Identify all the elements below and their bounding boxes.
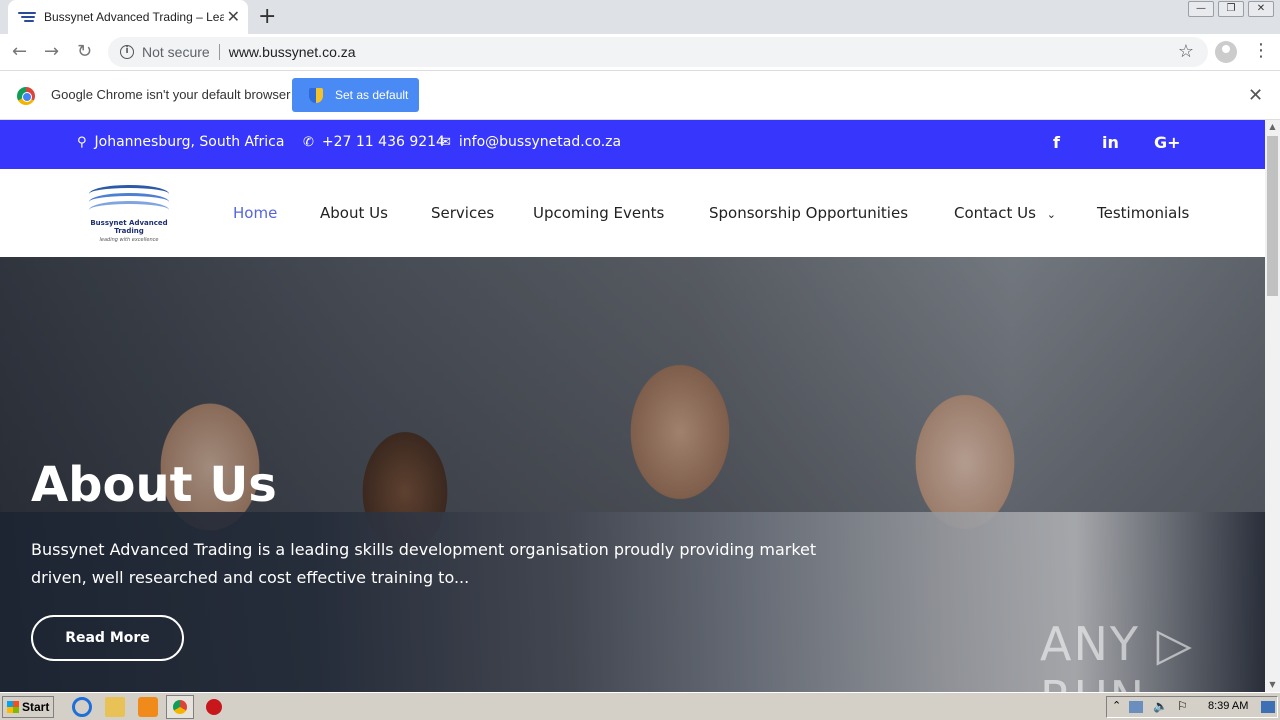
url-text[interactable]: www.bussynet.co.za [229,44,356,60]
email-text[interactable]: info@bussynetad.co.za [459,134,621,150]
chrome-taskbar-button[interactable] [166,695,194,719]
envelope-icon: ✉ [440,134,451,150]
start-label: Start [22,700,50,714]
location-text: Johannesburg, South Africa [94,134,285,150]
close-window-button[interactable]: ✕ [1248,1,1274,17]
logo-line-2: Trading [114,227,144,235]
info-icon[interactable]: i [120,45,134,59]
set-as-default-button[interactable]: Set as default [292,78,419,112]
folder-icon[interactable] [105,697,125,717]
tab-close-icon[interactable]: ✕ [227,8,240,26]
infobar-close-icon[interactable]: ✕ [1248,85,1263,106]
system-tray: ⌃ 🔈 ⚐ [1106,696,1278,718]
new-tab-button[interactable]: + [258,4,276,30]
internet-explorer-icon[interactable] [72,697,92,717]
main-navbar: Bussynet Advanced Trading leading with e… [0,169,1265,257]
forward-arrow-icon[interactable]: → [44,41,59,63]
volume-icon[interactable]: 🔈 [1153,699,1168,713]
location-info: ⚲ Johannesburg, South Africa [77,134,284,150]
restore-button[interactable]: ❐ [1218,1,1244,17]
nav-services[interactable]: Services [431,204,494,222]
anyrun-watermark: ANY ▷ RUN [1040,617,1194,692]
scroll-down-icon[interactable]: ▼ [1265,678,1280,692]
action-center-flag-icon[interactable]: ⚐ [1177,699,1188,713]
windows-taskbar: Start ⌃ 🔈 ⚐ 8:39 AM [0,692,1280,720]
default-browser-infobar: Google Chrome isn't your default browser… [0,71,1280,120]
chrome-logo-icon [17,87,35,105]
chrome-icon [173,700,187,714]
nav-upcoming-events[interactable]: Upcoming Events [533,204,664,222]
window-controls: — ❐ ✕ [1188,1,1274,17]
contact-topbar: ⚲ Johannesburg, South Africa ✆ +27 11 43… [0,120,1265,169]
browser-toolbar: ← → ↻ i Not secure www.bussynet.co.za ☆ … [0,34,1280,71]
browser-tab[interactable]: Bussynet Advanced Trading – Leadi ✕ [8,0,248,34]
tab-strip: Bussynet Advanced Trading – Leadi ✕ + — … [0,0,1280,34]
not-secure-label: Not secure [142,44,210,60]
page-scrollbar[interactable]: ▲ ▼ [1265,120,1280,692]
taskbar-clock[interactable]: 8:39 AM [1208,700,1248,712]
nav-home[interactable]: Home [233,204,277,222]
phone-icon: ✆ [303,134,314,150]
address-bar[interactable]: i Not secure www.bussynet.co.za ☆ [108,37,1208,67]
media-player-icon[interactable] [138,697,158,717]
email-info: ✉ info@bussynetad.co.za [440,134,621,150]
google-plus-icon[interactable]: G+ [1154,133,1181,152]
address-divider [218,44,220,60]
tab-title: Bussynet Advanced Trading – Leadi [44,10,224,24]
nav-contact-us[interactable]: Contact Us ⌄ [954,204,1056,222]
linkedin-icon[interactable]: in [1102,133,1119,152]
logo-line-1: Bussynet Advanced [90,219,168,227]
site-logo[interactable]: Bussynet Advanced Trading leading with e… [85,181,173,245]
hero-banner: About Us Bussynet Advanced Trading is a … [0,257,1265,692]
profile-avatar-icon[interactable] [1215,41,1237,63]
infobar-message: Google Chrome isn't your default browser [51,87,291,102]
scroll-up-icon[interactable]: ▲ [1265,120,1280,134]
network-icon[interactable] [1129,701,1143,713]
nav-about-us[interactable]: About Us [320,204,388,222]
minimize-button[interactable]: — [1188,1,1214,17]
bookmark-star-icon[interactable]: ☆ [1178,41,1194,62]
phone-info: ✆ +27 11 436 9214 [303,134,445,150]
chevron-down-icon: ⌄ [1046,208,1056,221]
logo-wave-icon [89,201,169,219]
menu-kebab-icon[interactable]: ⋮ [1252,40,1270,62]
opera-icon[interactable] [206,699,222,715]
tray-expand-icon[interactable]: ⌃ [1112,699,1121,712]
nav-testimonials[interactable]: Testimonials [1097,204,1189,222]
read-more-button[interactable]: Read More [31,615,184,661]
scroll-thumb[interactable] [1267,136,1278,296]
nav-sponsorship-opportunities[interactable]: Sponsorship Opportunities [709,204,908,222]
set-as-default-label: Set as default [335,88,409,102]
nav-contact-us-label: Contact Us [954,204,1036,222]
phone-text[interactable]: +27 11 436 9214 [322,134,445,150]
hero-title: About Us [31,457,277,513]
facebook-icon[interactable]: f [1053,133,1060,152]
hero-description: Bussynet Advanced Trading is a leading s… [31,540,817,587]
map-pin-icon: ⚲ [77,134,87,150]
site-favicon-icon [18,10,36,24]
screen: Bussynet Advanced Trading – Leadi ✕ + — … [0,0,1280,720]
shield-icon [309,87,323,103]
show-desktop-icon[interactable] [1261,701,1275,713]
back-arrow-icon[interactable]: ← [12,41,27,63]
start-button[interactable]: Start [2,696,54,718]
windows-flag-icon [7,701,19,713]
reload-icon[interactable]: ↻ [77,41,92,63]
logo-tagline: leading with excellence [99,237,159,243]
